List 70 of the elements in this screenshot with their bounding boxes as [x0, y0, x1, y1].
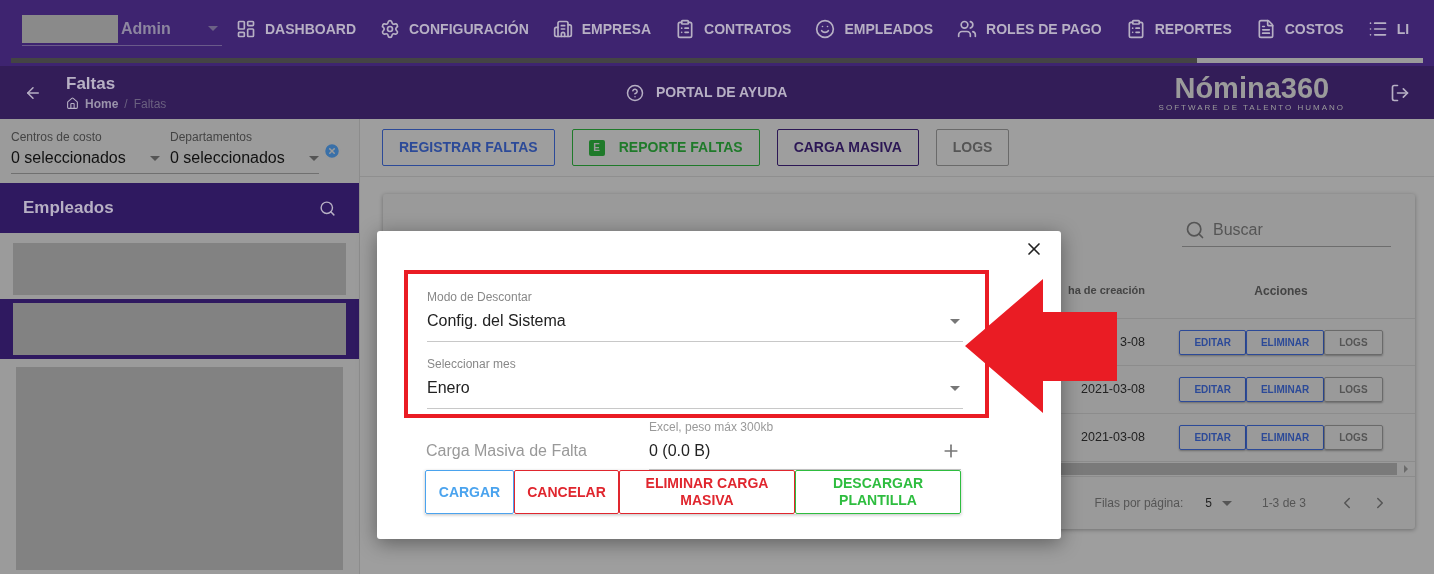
rows-per-page-select[interactable]: 5: [1205, 494, 1232, 513]
building-icon: [552, 19, 573, 39]
clear-icon[interactable]: [323, 141, 341, 161]
dashboard-icon: [236, 19, 256, 39]
table-cell-text: 3-08: [1118, 333, 1145, 351]
table-cell-text: 2021-03-08: [1080, 428, 1145, 446]
pagination-range: 1-3 de 3: [1261, 495, 1306, 513]
scroll-right-icon[interactable]: [1402, 465, 1410, 474]
breadcrumb-current: Faltas: [133, 95, 167, 113]
dialog-button[interactable]: DESCARGAR PLANTILLA: [795, 470, 961, 514]
help-icon: [626, 83, 644, 102]
dialog-button[interactable]: CARGAR: [425, 470, 514, 514]
nav-item[interactable]: LI: [1367, 18, 1410, 40]
logout-icon[interactable]: [1390, 82, 1410, 103]
toolbar-button[interactable]: LOGS: [935, 129, 1010, 166]
table-cell-text: 2021-03-08: [1080, 381, 1145, 399]
row-action-button[interactable]: ELIMINAR: [1245, 424, 1325, 450]
nav-item[interactable]: REPORTES: [1125, 18, 1232, 40]
nav-item[interactable]: DASHBOARD: [236, 18, 356, 40]
row-action-button[interactable]: LOGS: [1324, 329, 1383, 355]
breadcrumb-link[interactable]: Home: [85, 94, 119, 113]
toolbar-button[interactable]: CARGA MASIVA: [776, 129, 919, 166]
filter-select[interactable]: Departamentos 0 seleccionados: [170, 128, 319, 170]
search-icon[interactable]: [319, 199, 336, 217]
nav-item[interactable]: EMPLEADOS: [815, 18, 934, 40]
row-action-button[interactable]: EDITAR: [1179, 424, 1246, 450]
nav-item[interactable]: EMPRESA: [552, 18, 651, 40]
filter-select[interactable]: Centros de costo 0 seleccionados: [11, 128, 160, 170]
row-action-button[interactable]: EDITAR: [1179, 329, 1246, 355]
row-action-button[interactable]: ELIMINAR: [1245, 329, 1325, 355]
search-icon: [1185, 220, 1205, 240]
face-icon: [815, 19, 836, 39]
spreadsheet-icon: E: [588, 139, 605, 156]
dialog-button[interactable]: CANCELAR: [514, 470, 619, 514]
caret-icon: [1221, 500, 1232, 506]
row-action-button[interactable]: EDITAR: [1179, 377, 1246, 403]
settings-icon: [380, 19, 400, 39]
select-field[interactable]: Modo de Descontar Config. del Sistema: [427, 288, 963, 342]
row-action-button[interactable]: LOGS: [1324, 377, 1383, 403]
nav-item[interactable]: CONTRATOS: [675, 18, 792, 40]
page-title: Faltas: [66, 72, 117, 95]
caret-icon: [150, 155, 160, 161]
help-link[interactable]: PORTAL DE AYUDA: [626, 82, 788, 103]
employee-list-item[interactable]: [0, 299, 359, 359]
row-action-button[interactable]: ELIMINAR: [1245, 377, 1325, 403]
column-header: Acciones: [1253, 282, 1309, 300]
caret-icon: [950, 318, 960, 324]
select-field[interactable]: Seleccionar mes Enero: [427, 355, 963, 409]
user-select[interactable]: Admin: [22, 12, 222, 46]
clipboard-icon: [675, 19, 695, 39]
nav-item[interactable]: CONFIGURACIÓN: [380, 18, 529, 40]
users-icon: [957, 19, 978, 39]
panel-header: Empleados: [0, 183, 359, 233]
upload-label: Carga Masiva de Falta: [426, 441, 588, 461]
logo: Nómina360 SOFTWARE DE TALENTO HUMANO: [1158, 72, 1345, 113]
dialog-button[interactable]: ELIMINAR CARGA MASIVA: [619, 470, 795, 514]
breadcrumb-separator: /: [124, 95, 128, 113]
row-action-button[interactable]: LOGS: [1324, 424, 1383, 450]
home-icon: [66, 97, 79, 110]
toolbar-button[interactable]: REGISTRAR FALTAS: [382, 129, 555, 166]
nav-item[interactable]: COSTOS: [1255, 18, 1344, 40]
caret-icon: [950, 385, 960, 391]
file-input[interactable]: Excel, peso máx 300kb 0 (0.0 B): [649, 420, 961, 470]
rows-per-page-label: Filas por página:: [1094, 495, 1184, 513]
list-icon: [1367, 19, 1388, 39]
caret-icon: [309, 155, 319, 161]
caret-icon: [208, 26, 218, 31]
search-field[interactable]: Buscar: [1182, 214, 1391, 247]
nav-item[interactable]: ROLES DE PAGO: [957, 18, 1102, 40]
column-header: ha de creación: [1066, 283, 1145, 299]
